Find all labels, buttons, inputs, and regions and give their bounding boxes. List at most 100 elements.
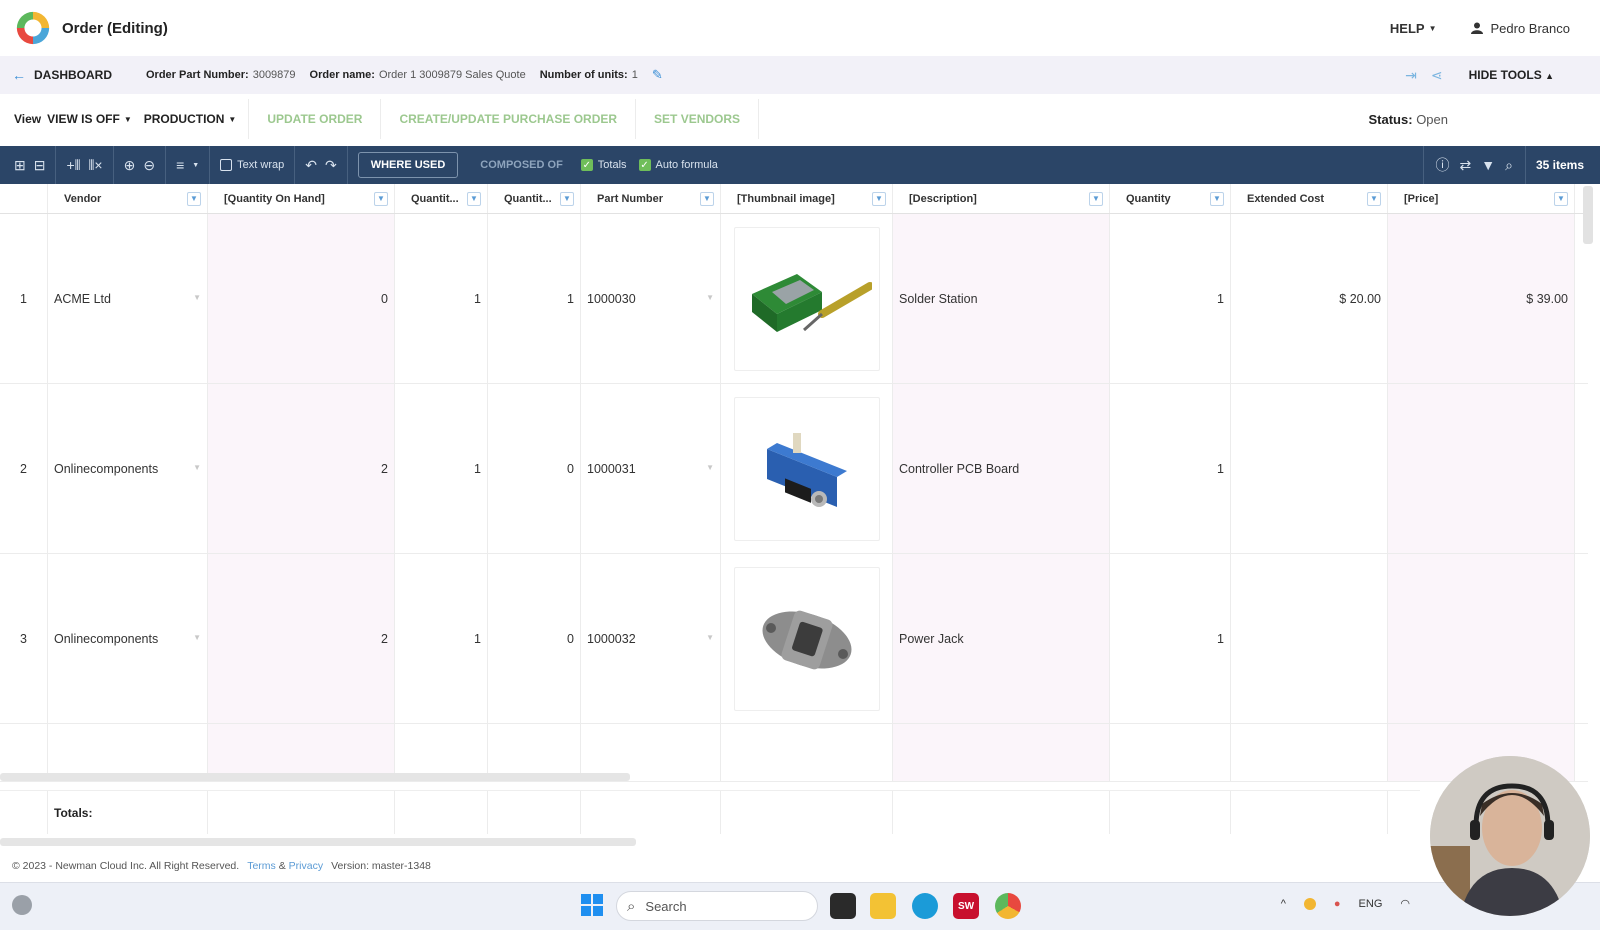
column-header-quantity-1[interactable]: Quantit... ▼ <box>395 184 488 213</box>
caret-down-icon[interactable]: ▼ <box>192 162 199 169</box>
column-header-quantity[interactable]: Quantity ▼ <box>1110 184 1231 213</box>
extended-cost-cell[interactable] <box>1231 384 1388 553</box>
view-mode-dropdown[interactable]: VIEW IS OFF ▼ <box>47 112 132 126</box>
part-number-cell[interactable]: 1000032 ▼ <box>581 554 721 723</box>
column-header-description[interactable]: [Description] ▼ <box>893 184 1110 213</box>
filter-icon[interactable]: ▼ <box>1554 192 1568 206</box>
solidworks-icon[interactable]: SW <box>953 893 979 919</box>
caret-down-icon[interactable]: ▼ <box>706 463 714 472</box>
table-row[interactable]: 1 ACME Ltd ▼ 0 1 1 1000030 ▼ Solder Stat… <box>0 214 1588 384</box>
caret-down-icon[interactable]: ▼ <box>706 633 714 642</box>
edge-browser-icon[interactable] <box>912 893 938 919</box>
chrome-browser-icon[interactable] <box>995 893 1021 919</box>
quantity-cell-1[interactable]: 1 <box>395 384 488 553</box>
quantity-on-hand-cell[interactable]: 0 <box>208 214 395 383</box>
quantity-cell-1[interactable]: 1 <box>395 554 488 723</box>
caret-down-icon[interactable]: ▼ <box>193 293 201 302</box>
quantity-cell[interactable]: 1 <box>1110 384 1231 553</box>
redo-icon[interactable]: ↷ <box>325 157 337 174</box>
filter-icon[interactable]: ▼ <box>374 192 388 206</box>
quantity-cell-2[interactable]: 0 <box>488 384 581 553</box>
chevron-up-icon[interactable]: ^ <box>1281 898 1286 910</box>
filter-icon[interactable]: ▼ <box>467 192 481 206</box>
wifi-icon[interactable]: ◠ <box>1400 897 1410 910</box>
thumbnail-cell[interactable] <box>721 384 893 553</box>
power-jack-thumbnail[interactable] <box>733 566 880 711</box>
thumbnail-cell[interactable] <box>721 554 893 723</box>
composed-of-button[interactable]: COMPOSED OF <box>480 159 563 171</box>
hide-tools-button[interactable]: HIDE TOOLS ▲ <box>1469 68 1554 82</box>
align-icon[interactable]: ≡ <box>176 157 184 173</box>
file-explorer-icon[interactable] <box>870 893 896 919</box>
caret-down-icon[interactable]: ▼ <box>193 463 201 472</box>
weather-icon[interactable] <box>12 895 32 915</box>
swap-icon[interactable]: ⇄ <box>1460 157 1472 174</box>
description-cell[interactable]: Controller PCB Board <box>893 384 1110 553</box>
user-menu[interactable]: Pedro Branco <box>1470 21 1570 36</box>
description-cell[interactable]: Solder Station <box>893 214 1110 383</box>
price-cell[interactable]: $ 39.00 <box>1388 214 1575 383</box>
column-header-part-number[interactable]: Part Number ▼ <box>581 184 721 213</box>
quantity-cell[interactable]: 1 <box>1110 554 1231 723</box>
pcb-board-thumbnail[interactable] <box>733 396 880 541</box>
description-cell[interactable]: Power Jack <box>893 554 1110 723</box>
quantity-cell-2[interactable]: 0 <box>488 554 581 723</box>
column-header-thumbnail[interactable]: [Thumbnail image] ▼ <box>721 184 893 213</box>
quantity-cell-1[interactable]: 1 <box>395 214 488 383</box>
undo-icon[interactable]: ↶ <box>305 157 317 174</box>
arrow-down-circle-icon[interactable]: ⊖ <box>143 157 155 174</box>
remove-column-icon[interactable]: ⫴× <box>89 157 103 174</box>
filter-icon[interactable]: ▼ <box>1481 157 1495 173</box>
set-vendors-button[interactable]: SET VENDORS <box>636 99 758 139</box>
quantity-cell[interactable]: 1 <box>1110 214 1231 383</box>
part-number-cell[interactable]: 1000031 ▼ <box>581 384 721 553</box>
add-column-icon[interactable]: +⫴ <box>66 157 80 174</box>
purchase-order-button[interactable]: CREATE/UPDATE PURCHASE ORDER <box>381 99 635 139</box>
filter-icon[interactable]: ▼ <box>1210 192 1224 206</box>
column-header-price[interactable]: [Price] ▼ <box>1388 184 1575 213</box>
back-to-dashboard-link[interactable]: ← DASHBOARD <box>12 67 112 83</box>
microphone-icon[interactable]: ● <box>1334 898 1341 910</box>
remove-hierarchy-icon[interactable]: ⊟ <box>34 157 46 174</box>
where-used-button[interactable]: WHERE USED <box>357 152 459 178</box>
part-number-cell[interactable]: 1000030 ▼ <box>581 214 721 383</box>
auto-formula-checkbox[interactable]: ✓ Auto formula <box>638 159 718 171</box>
production-dropdown[interactable]: PRODUCTION ▼ <box>144 112 237 126</box>
arrow-up-circle-icon[interactable]: ⊕ <box>124 157 136 174</box>
filter-icon[interactable]: ▼ <box>700 192 714 206</box>
filter-icon[interactable]: ▼ <box>560 192 574 206</box>
price-cell[interactable] <box>1388 554 1575 723</box>
filter-icon[interactable]: ▼ <box>1089 192 1103 206</box>
vertical-scrollbar[interactable] <box>1583 186 1593 244</box>
column-header-quantity-on-hand[interactable]: [Quantity On Hand] ▼ <box>208 184 395 213</box>
vendor-cell[interactable]: Onlinecomponents ▼ <box>48 554 208 723</box>
extended-cost-cell[interactable] <box>1231 554 1388 723</box>
totals-horizontal-scrollbar[interactable] <box>0 838 636 846</box>
vendor-cell[interactable]: ACME Ltd ▼ <box>48 214 208 383</box>
filter-icon[interactable]: ▼ <box>1367 192 1381 206</box>
share-icon[interactable]: ⋖ <box>1431 67 1443 84</box>
price-cell[interactable] <box>1388 384 1575 553</box>
filter-icon[interactable]: ▼ <box>187 192 201 206</box>
column-header-quantity-2[interactable]: Quantit... ▼ <box>488 184 581 213</box>
quantity-cell-2[interactable]: 1 <box>488 214 581 383</box>
app-tray-icon[interactable] <box>1303 897 1316 910</box>
filter-icon[interactable]: ▼ <box>872 192 886 206</box>
task-view-icon[interactable] <box>830 893 856 919</box>
caret-down-icon[interactable]: ▼ <box>706 293 714 302</box>
windows-start-icon[interactable] <box>580 893 604 917</box>
extended-cost-cell[interactable]: $ 20.00 <box>1231 214 1388 383</box>
column-header-vendor[interactable]: Vendor ▼ <box>48 184 208 213</box>
totals-checkbox[interactable]: ✓ Totals <box>580 159 627 171</box>
privacy-link[interactable]: Privacy <box>289 860 323 872</box>
horizontal-scrollbar[interactable] <box>0 773 630 781</box>
terms-link[interactable]: Terms <box>247 860 276 872</box>
export-icon[interactable]: ⇥ <box>1405 67 1417 84</box>
info-icon[interactable]: ⓘ <box>1436 155 1450 175</box>
caret-down-icon[interactable]: ▼ <box>193 633 201 642</box>
search-icon[interactable]: ⌕ <box>1505 157 1513 174</box>
quantity-on-hand-cell[interactable]: 2 <box>208 384 395 553</box>
text-wrap-checkbox[interactable]: Text wrap <box>220 159 284 171</box>
table-row[interactable]: 3 Onlinecomponents ▼ 2 1 0 1000032 ▼ Power… <box>0 554 1588 724</box>
table-row[interactable]: 2 Onlinecomponents ▼ 2 1 0 1000031 ▼ Con… <box>0 384 1588 554</box>
